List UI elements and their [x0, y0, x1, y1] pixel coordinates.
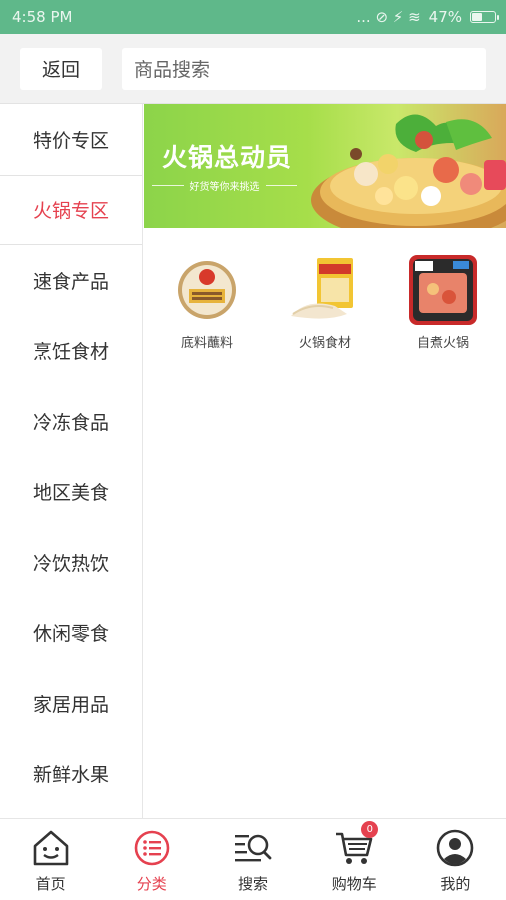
- hotpot-ingredient-icon: [286, 254, 364, 326]
- profile-icon: [437, 829, 474, 867]
- status-bar: 4:58 PM ... ⊘ ⚡ ≋ 47%: [0, 0, 506, 34]
- banner-subtitle-text: 好货等你来挑选: [189, 182, 260, 193]
- category-sidebar: 特价专区 火锅专区 速食产品 烹饪食材 冷冻食品 地区美食 冷饮热饮 休闲零食 …: [0, 104, 143, 818]
- signal-icons: ... ⊘ ⚡ ≋: [356, 8, 421, 26]
- battery-percent: 47%: [428, 8, 462, 26]
- subcategory-label: 自煮火锅: [416, 336, 469, 351]
- tab-search[interactable]: 搜索: [202, 819, 303, 900]
- sidebar-item-snacks[interactable]: 休闲零食: [0, 598, 142, 669]
- search-icon: [235, 834, 272, 862]
- home-icon: [33, 830, 68, 866]
- subcategory-hotpot-ingredients[interactable]: 火锅食材: [270, 254, 380, 351]
- sidebar-item-fresh-fruit[interactable]: 新鲜水果: [0, 739, 142, 810]
- tab-category-label: 分类: [136, 875, 167, 893]
- divider: [152, 185, 184, 186]
- sidebar-item-specials[interactable]: 特价专区: [0, 104, 142, 175]
- sidebar-item-cooking-ingredients[interactable]: 烹饪食材: [0, 316, 142, 387]
- status-time: 4:58 PM: [12, 8, 73, 26]
- subcategory-hotpot-base[interactable]: 底料蘸料: [152, 254, 262, 351]
- sidebar-item-regional-food[interactable]: 地区美食: [0, 457, 142, 528]
- status-icons: ... ⊘ ⚡ ≋ 47%: [356, 8, 499, 26]
- tab-home-label: 首页: [35, 875, 66, 893]
- hotpot-banner[interactable]: 火锅总动员 好货等你来挑选: [144, 104, 506, 228]
- tab-profile[interactable]: 我的: [405, 819, 506, 900]
- tab-search-label: 搜索: [238, 875, 269, 893]
- category-icon: [134, 830, 170, 866]
- sidebar-item-household[interactable]: 家居用品: [0, 668, 142, 739]
- header: 返回 商品搜索: [0, 34, 506, 104]
- banner-title: 火锅总动员: [162, 143, 293, 172]
- tab-cart-label: 购物车: [331, 875, 377, 893]
- tab-profile-label: 我的: [440, 875, 471, 893]
- divider: [265, 185, 297, 186]
- battery-icon: [470, 11, 499, 23]
- tab-home[interactable]: 首页: [0, 819, 101, 900]
- subcategory-self-heating-hotpot[interactable]: 自煮火锅: [388, 254, 498, 351]
- cart-count-badge: 0: [361, 821, 379, 838]
- subcategory-grid: 底料蘸料 火锅食材 自煮火锅: [144, 228, 506, 351]
- main-content: 火锅总动员 好货等你来挑选 底料蘸料 火锅食材 自煮火锅: [144, 104, 506, 818]
- tab-category[interactable]: 分类: [101, 819, 202, 900]
- subcategory-label: 底料蘸料: [180, 336, 233, 351]
- banner-subtitle: 好货等你来挑选: [152, 178, 297, 193]
- hotpot-base-icon: [168, 254, 246, 326]
- sidebar-item-frozen-food[interactable]: 冷冻食品: [0, 386, 142, 457]
- search-input[interactable]: 商品搜索: [122, 47, 486, 90]
- sidebar-item-fast-food[interactable]: 速食产品: [0, 245, 142, 316]
- bottom-tab-bar: 首页 分类 搜索 0 购物车 我的: [0, 818, 506, 900]
- self-heating-hotpot-icon: [404, 254, 482, 326]
- hotpot-banner-image: [311, 114, 506, 228]
- subcategory-label: 火锅食材: [298, 336, 351, 351]
- tab-cart[interactable]: 0 购物车: [304, 819, 405, 900]
- sidebar-item-hotpot[interactable]: 火锅专区: [0, 174, 142, 245]
- back-button[interactable]: 返回: [20, 47, 102, 90]
- sidebar-item-drinks[interactable]: 冷饮热饮: [0, 527, 142, 598]
